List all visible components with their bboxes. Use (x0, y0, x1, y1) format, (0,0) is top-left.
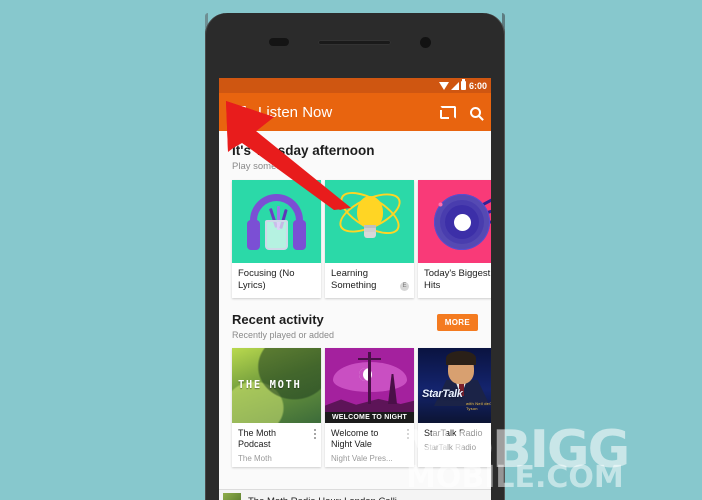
lightbulb-atom-icon (325, 180, 414, 263)
situation-card-learning[interactable]: Learning Something E (325, 180, 414, 298)
situation-card-focusing[interactable]: Focusing (No Lyrics) (232, 180, 321, 298)
earpiece-speaker-icon (318, 40, 391, 45)
hamburger-menu-icon[interactable] (229, 105, 246, 119)
now-playing-thumbnail (223, 492, 241, 500)
now-playing-title: The Moth Radio Hour: London Calli… (248, 496, 406, 500)
podcast-title: Welcome to Night Vale (331, 428, 379, 449)
cast-icon[interactable] (440, 105, 456, 119)
phone-screen: 6:00 Listen Now It's Tuesday afternoon P… (219, 78, 491, 500)
podcast-subtitle: Night Vale Pres... (331, 454, 393, 463)
wifi-icon (438, 82, 449, 90)
proximity-sensor-icon (269, 38, 289, 46)
podcast-artwork-night-vale: WELCOME TO NIGHT VALE (325, 348, 414, 423)
search-icon[interactable] (470, 106, 481, 118)
more-button[interactable]: MORE (436, 314, 478, 331)
explicit-badge-icon: E (400, 282, 409, 291)
status-bar-icons (438, 79, 466, 90)
recent-activity-header: Recent activity Recently played or added… (219, 298, 491, 348)
situation-card-label: Learning Something (331, 268, 377, 291)
podcast-artwork-the-moth: THE MOTH (232, 348, 321, 423)
situation-card-label-wrap: Learning Something E (325, 263, 414, 298)
list-item[interactable]: WELCOME TO NIGHT VALE Welcome to Night V… (325, 348, 414, 467)
podcast-subtitle: The Moth (238, 454, 272, 463)
vinyl-record-drumsticks-icon (418, 180, 491, 263)
podcast-title: The Moth Podcast (238, 428, 277, 449)
app-bar-actions (440, 105, 481, 119)
front-camera-icon (420, 37, 431, 48)
artwork-subtext: with Neil deGrasse Tyson (466, 401, 491, 411)
situation-card-label: Focusing (No Lyrics) (238, 268, 295, 291)
app-bar: Listen Now (219, 93, 491, 131)
status-bar: 6:00 (219, 78, 491, 93)
page-title: Listen Now (258, 103, 333, 121)
podcast-title: StarTalk Radio (424, 428, 483, 438)
list-item[interactable]: StarTalk with Neil deGrasse Tyson StarTa… (418, 348, 491, 467)
signal-icon (450, 82, 459, 90)
overflow-menu-icon[interactable] (407, 429, 410, 439)
artwork-text: WELCOME TO NIGHT VALE (325, 412, 414, 423)
status-bar-clock: 6:00 (468, 80, 487, 91)
situation-card-biggest-hits[interactable]: Today's Biggest Hits (418, 180, 491, 298)
overflow-menu-icon[interactable] (314, 429, 317, 439)
greeting-subtitle: Play something (232, 161, 297, 172)
situation-card-label: Today's Biggest Hits (424, 268, 491, 291)
section-title: Recent activity (232, 312, 324, 327)
phone-device-frame: 6:00 Listen Now It's Tuesday afternoon P… (205, 13, 505, 500)
now-playing-bar[interactable]: The Moth Radio Hour: London Calli… (219, 489, 491, 500)
artwork-text: StarTalk (422, 388, 463, 400)
battery-icon (460, 79, 466, 90)
podcast-subtitle: StarTalk Radio (424, 443, 477, 452)
section-subtitle: Recently played or added (232, 330, 335, 340)
list-item[interactable]: THE MOTH The Moth Podcast The Moth (232, 348, 321, 467)
greeting-title: It's Tuesday afternoon (232, 143, 375, 158)
situation-cards-row: Focusing (No Lyrics) Learning Something … (219, 180, 491, 298)
recent-activity-row: THE MOTH The Moth Podcast The Moth WELCO… (219, 348, 491, 467)
headphones-pencil-cup-icon (232, 180, 321, 263)
artwork-text: THE MOTH (238, 379, 302, 391)
podcast-artwork-startalk: StarTalk with Neil deGrasse Tyson (418, 348, 491, 423)
greeting-section: It's Tuesday afternoon Play something (219, 131, 491, 180)
